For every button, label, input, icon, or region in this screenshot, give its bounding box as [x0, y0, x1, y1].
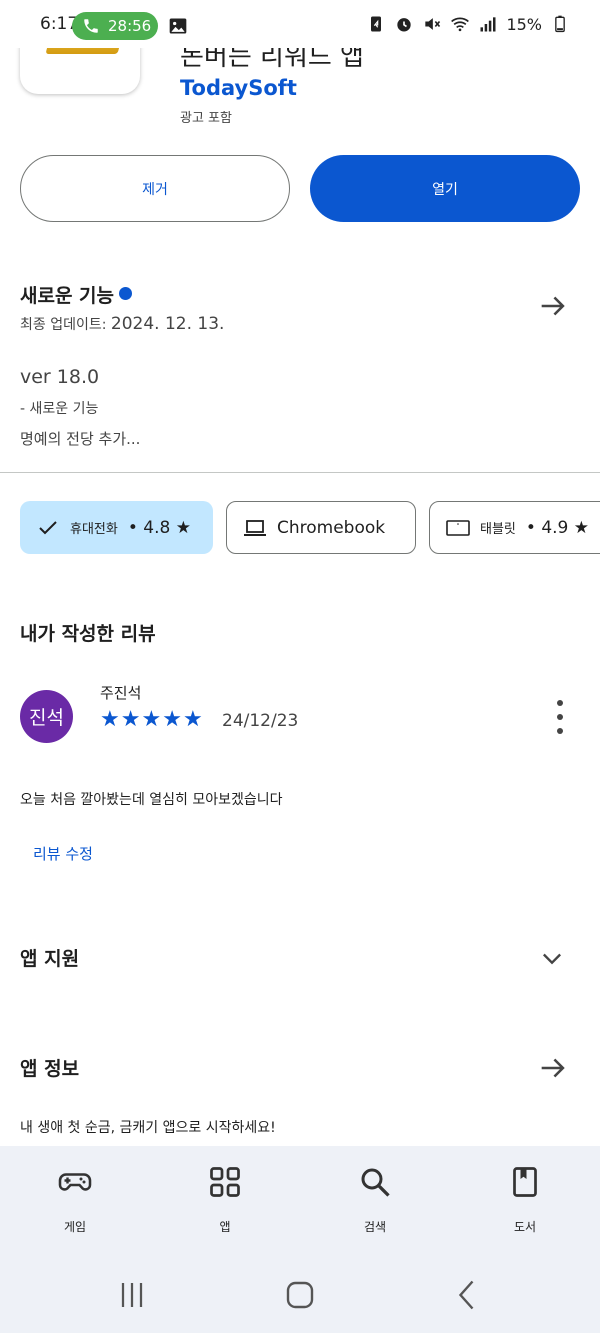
gamepad-icon — [58, 1173, 92, 1191]
star-icon: ★ — [182, 707, 203, 732]
device-chip-rating: • 4.8 ★ — [127, 517, 191, 538]
review-date: 24/12/23 — [222, 711, 299, 731]
battery-icon — [555, 15, 565, 33]
wifi-icon — [451, 17, 470, 32]
nav-games[interactable]: 게임 — [35, 1164, 115, 1235]
back-icon[interactable] — [450, 1277, 486, 1313]
system-navigation-bar — [0, 1259, 600, 1333]
app-support-title[interactable]: 앱 지원 — [20, 944, 79, 971]
contains-ads-label: 광고 포함 — [180, 111, 232, 126]
nav-books[interactable]: 도서 — [485, 1164, 565, 1235]
device-chip-chromebook[interactable]: Chromebook — [226, 501, 416, 554]
nav-label: 도서 — [513, 1220, 537, 1234]
device-chip-label: 태블릿 — [480, 522, 516, 537]
battery-saver-icon — [371, 16, 382, 32]
version-text: ver 18.0 — [20, 366, 100, 388]
last-updated-date: 2024. 12. 13. — [110, 314, 225, 334]
star-icon: ★ — [100, 707, 120, 732]
star-rating: ★ ★ ★ ★ ★ — [100, 709, 203, 731]
recent-apps-icon[interactable] — [114, 1277, 150, 1313]
device-chip-tablet[interactable]: 태블릿 • 4.9 ★ — [429, 501, 600, 554]
avatar: 진석 — [20, 690, 73, 743]
star-icon: ★ — [141, 707, 162, 732]
home-icon[interactable] — [282, 1277, 318, 1313]
reviewer-name: 주진석 — [100, 684, 142, 702]
more-options-icon[interactable] — [548, 700, 572, 734]
tablet-icon — [446, 519, 470, 536]
uninstall-button[interactable]: 제거 — [20, 155, 290, 222]
whats-new-line: - 새로운 기능 — [20, 401, 99, 417]
nav-search[interactable]: 검색 — [335, 1164, 415, 1235]
nav-apps[interactable]: 앱 — [185, 1164, 265, 1235]
signal-icon — [480, 17, 496, 32]
my-review-title: 내가 작성한 리뷰 — [20, 623, 156, 645]
status-bar: 6:17 28:56 15% — [0, 0, 600, 48]
book-icon — [513, 1167, 537, 1197]
phone-icon — [84, 19, 98, 33]
battery-percent: 15% — [506, 14, 542, 34]
device-chip-label: Chromebook — [277, 517, 386, 538]
alarm-icon — [397, 18, 412, 32]
bottom-navigation: 게임 앱 검색 도서 — [0, 1146, 600, 1259]
divider — [0, 472, 600, 473]
new-indicator-dot — [119, 287, 132, 300]
review-text: 오늘 처음 깔아봤는데 열심히 모아보겠습니다 — [20, 792, 283, 808]
whats-new-title: 새로운 기능 — [20, 285, 115, 307]
last-updated-label: 최종 업데이트: — [20, 317, 107, 333]
call-timer: 28:56 — [108, 17, 152, 35]
app-info-title: 앱 정보 — [20, 1058, 80, 1080]
open-button[interactable]: 열기 — [310, 155, 580, 222]
nav-label: 앱 — [219, 1220, 231, 1234]
developer-link[interactable]: TodaySoft — [180, 76, 297, 100]
check-icon — [39, 520, 57, 534]
gallery-icon — [169, 18, 187, 34]
search-icon — [361, 1168, 390, 1197]
star-icon: ★ — [162, 707, 182, 732]
star-icon: ★ — [120, 707, 141, 732]
laptop-icon — [244, 519, 266, 536]
mute-icon — [425, 18, 441, 30]
whats-new-arrow-icon[interactable] — [536, 289, 570, 323]
ongoing-call-chip[interactable]: 28:56 — [72, 12, 158, 40]
app-info-description: 내 생애 첫 순금, 금캐기 앱으로 시작하세요! — [20, 1120, 276, 1136]
apps-grid-icon — [210, 1167, 240, 1197]
status-icons: 15% — [366, 14, 570, 34]
chevron-down-icon[interactable] — [538, 944, 566, 972]
device-chip-label: 휴대전화 — [70, 522, 118, 537]
whats-new-line: 명예의 전당 추가... — [20, 430, 141, 448]
app-info-arrow-icon[interactable] — [536, 1051, 570, 1085]
device-chip-rating: • 4.9 ★ — [525, 517, 590, 538]
nav-label: 게임 — [63, 1220, 87, 1234]
edit-review-link[interactable]: 리뷰 수정 — [33, 843, 93, 864]
nav-label: 검색 — [363, 1220, 387, 1234]
device-chip-phone[interactable]: 휴대전화 • 4.8 ★ — [20, 501, 213, 554]
last-updated: 최종 업데이트: 2024. 12. 13. — [20, 314, 224, 334]
